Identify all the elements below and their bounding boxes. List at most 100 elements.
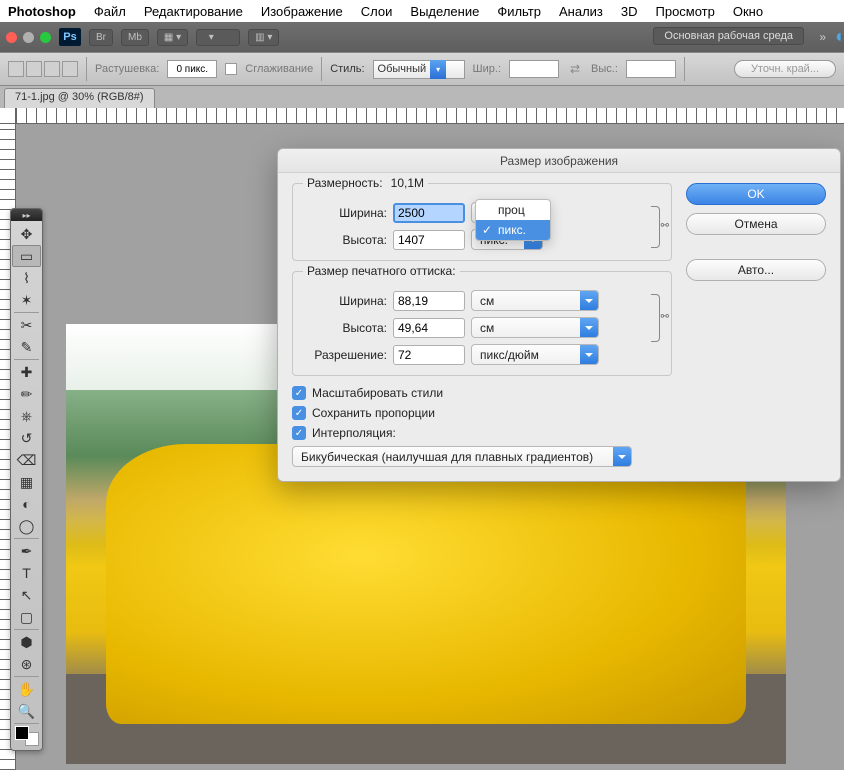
search-icon[interactable]: ◐	[835, 26, 844, 47]
menu-3d[interactable]: 3D	[621, 4, 638, 19]
pen-tool[interactable]: ✒	[12, 540, 41, 562]
dodge-tool[interactable]: ◯	[12, 515, 41, 537]
eraser-tool[interactable]: ⌫	[12, 449, 41, 471]
resolution-input[interactable]	[393, 345, 465, 365]
workspace-switcher[interactable]: Основная рабочая среда	[653, 27, 804, 45]
antialias-checkbox[interactable]	[225, 63, 237, 75]
minibridge-pill[interactable]: Mb	[121, 29, 149, 46]
interpolation-select[interactable]: Бикубическая (наилучшая для плавных град…	[292, 446, 632, 467]
print-width-label: Ширина:	[303, 294, 387, 308]
menu-analysis[interactable]: Анализ	[559, 4, 603, 19]
color-swatches[interactable]	[15, 726, 39, 746]
px-height-input[interactable]	[393, 230, 465, 250]
ok-button[interactable]: OK	[686, 183, 826, 205]
interpolation-label: Интерполяция:	[312, 426, 396, 440]
style-value: Обычный	[378, 63, 427, 75]
separator	[14, 359, 39, 360]
tools-panel-header[interactable]: ▸▸	[11, 209, 42, 221]
style-label: Стиль:	[330, 63, 364, 75]
close-window[interactable]	[6, 32, 17, 43]
menu-layers[interactable]: Слои	[361, 4, 393, 19]
refine-edge-button[interactable]: Уточн. край...	[734, 60, 836, 78]
menu-image[interactable]: Изображение	[261, 4, 343, 19]
style-select[interactable]: Обычный ▾	[373, 60, 465, 79]
overflow-icon[interactable]: »	[819, 30, 826, 44]
menu-file[interactable]: Файл	[94, 4, 126, 19]
scale-styles-row: ✓ Масштабировать стили	[292, 386, 672, 400]
type-tool[interactable]: T	[12, 562, 41, 584]
options-bar: Растушевка: Сглаживание Стиль: Обычный ▾…	[0, 52, 844, 86]
3d-tool[interactable]: ⬢	[12, 631, 41, 653]
bridge-pill[interactable]: Br	[89, 29, 113, 46]
print-height-unit-select[interactable]: см	[471, 317, 599, 338]
unit-option-pixels[interactable]: пикс.	[476, 220, 550, 240]
print-width-input[interactable]	[393, 291, 465, 311]
dimensions-label: Размерность:	[307, 176, 383, 190]
cancel-label: Отмена	[734, 217, 777, 231]
healing-brush-tool[interactable]: ✚	[12, 361, 41, 383]
swap-wh-icon[interactable]: ⇄	[567, 61, 583, 77]
move-tool[interactable]: ✥	[12, 223, 41, 245]
path-select-tool[interactable]: ↖	[12, 584, 41, 606]
interpolation-checkbox[interactable]: ✓	[292, 426, 306, 440]
quick-select-tool[interactable]: ✶	[12, 289, 41, 311]
antialias-label: Сглаживание	[245, 63, 313, 75]
feather-input[interactable]	[167, 60, 217, 78]
selection-intersect-icon[interactable]	[62, 61, 78, 77]
crop-tool[interactable]: ✂	[12, 314, 41, 336]
chevron-down-icon	[580, 345, 598, 364]
unit-dropdown-open: проц пикс.	[475, 199, 551, 241]
menu-edit[interactable]: Редактирование	[144, 4, 243, 19]
hand-tool[interactable]: ✋	[12, 678, 41, 700]
resolution-unit-select[interactable]: пикс/дюйм	[471, 344, 599, 365]
constrain-proportions-checkbox[interactable]: ✓	[292, 406, 306, 420]
arrange-dropdown[interactable]: ▥ ▾	[248, 29, 279, 46]
print-width-unit-select[interactable]: см	[471, 290, 599, 311]
px-width-label: Ширина:	[303, 206, 387, 220]
constrain-link-icon: ⚯	[651, 206, 661, 246]
zoom-window[interactable]	[40, 32, 51, 43]
gradient-tool[interactable]: ▦	[12, 471, 41, 493]
ruler-horizontal[interactable]	[16, 108, 844, 124]
app-bar: Ps Br Mb ▦ ▾ ▾ ▥ ▾ Основная рабочая сред…	[0, 22, 844, 52]
lasso-tool[interactable]: ⌇	[12, 267, 41, 289]
print-height-input[interactable]	[393, 318, 465, 338]
document-tab[interactable]: 71-1.jpg @ 30% (RGB/8#)	[4, 88, 155, 108]
photoshop-icon: Ps	[59, 28, 81, 46]
zoom-tool[interactable]: 🔍	[12, 700, 41, 722]
unit-value: пикс/дюйм	[480, 348, 539, 362]
app-name: Photoshop	[8, 4, 76, 19]
selection-subtract-icon[interactable]	[44, 61, 60, 77]
menu-view[interactable]: Просмотр	[656, 4, 715, 19]
zoom-dropdown[interactable]: ▾	[196, 29, 240, 46]
clone-stamp-tool[interactable]: ⎈	[12, 405, 41, 427]
eyedropper-tool[interactable]: ✎	[12, 336, 41, 358]
foreground-color[interactable]	[15, 726, 29, 740]
scale-styles-checkbox[interactable]: ✓	[292, 386, 306, 400]
3d-camera-tool[interactable]: ⊛	[12, 653, 41, 675]
width-input	[509, 60, 559, 78]
minimize-window[interactable]	[23, 32, 34, 43]
menu-window[interactable]: Окно	[733, 4, 763, 19]
separator	[14, 629, 39, 630]
history-brush-tool[interactable]: ↺	[12, 427, 41, 449]
separator	[14, 538, 39, 539]
unit-option-percent[interactable]: проц	[476, 200, 550, 220]
constrain-link-icon: ⚯	[651, 294, 661, 340]
marquee-tool[interactable]: ▭	[12, 245, 41, 267]
separator	[14, 723, 39, 724]
auto-button[interactable]: Авто...	[686, 259, 826, 281]
constrain-proportions-row: ✓ Сохранить пропорции	[292, 406, 672, 420]
brush-tool[interactable]: ✏	[12, 383, 41, 405]
shape-tool[interactable]: ▢	[12, 606, 41, 628]
px-width-input[interactable]	[393, 203, 465, 223]
cancel-button[interactable]: Отмена	[686, 213, 826, 235]
menu-select[interactable]: Выделение	[410, 4, 479, 19]
blur-tool[interactable]: ◐	[12, 493, 41, 515]
feather-label: Растушевка:	[95, 63, 159, 75]
selection-new-icon[interactable]	[8, 61, 24, 77]
constrain-proportions-label: Сохранить пропорции	[312, 406, 435, 420]
selection-add-icon[interactable]	[26, 61, 42, 77]
screenmode-dropdown[interactable]: ▦ ▾	[157, 29, 188, 46]
menu-filter[interactable]: Фильтр	[497, 4, 541, 19]
